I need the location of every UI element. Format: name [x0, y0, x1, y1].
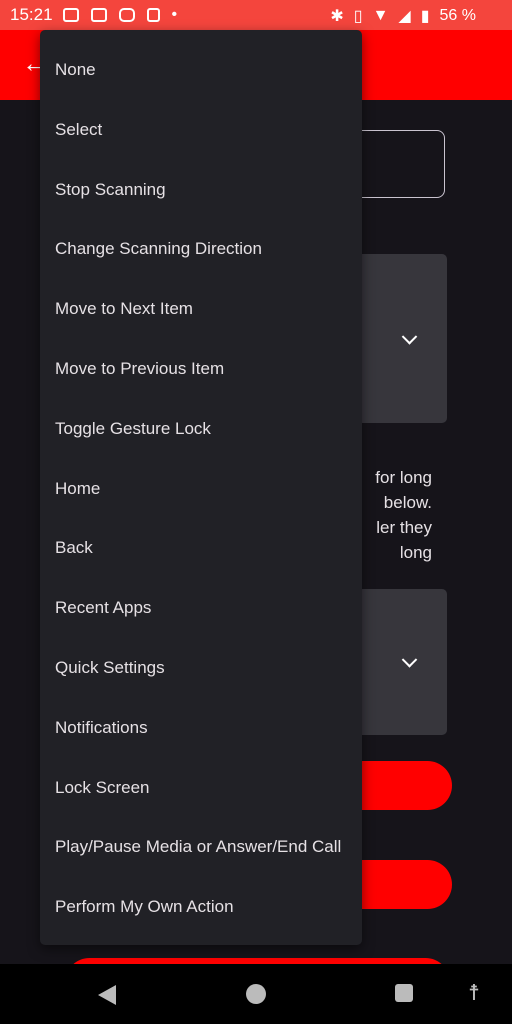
menu-item[interactable]: Toggle Gesture Lock: [40, 399, 362, 459]
navigation-bar: ☨: [0, 964, 512, 1024]
app-notification-icon: [146, 8, 160, 22]
menu-item[interactable]: Home: [40, 459, 362, 519]
menu-item[interactable]: Recent Apps: [40, 578, 362, 638]
status-bar: 15:21 • ✱ ▯ ▼ ◢ ▮ 56 %: [0, 0, 512, 30]
chevron-down-icon: [401, 652, 418, 668]
menu-item[interactable]: Play/Pause Media or Answer/End Call: [40, 817, 362, 877]
nav-home-icon[interactable]: [246, 984, 266, 1004]
signal-icon: ◢: [398, 8, 411, 25]
menu-item[interactable]: Move to Previous Item: [40, 339, 362, 399]
wifi-icon: ▼: [372, 7, 389, 24]
menu-item[interactable]: Perform My Own Action: [40, 877, 362, 937]
instagram-icon: [118, 8, 135, 22]
nav-back-icon[interactable]: [98, 985, 116, 1005]
menu-item[interactable]: Quick Settings: [40, 638, 362, 698]
outlook-icon: [90, 8, 107, 22]
menu-item[interactable]: Change Scanning Direction: [40, 219, 362, 279]
accessibility-icon[interactable]: ☨: [468, 980, 480, 1006]
menu-item[interactable]: Lock Screen: [40, 758, 362, 818]
nav-recents-icon[interactable]: [395, 984, 413, 1002]
clock: 15:21: [10, 5, 53, 24]
bluetooth-icon: ✱: [330, 8, 344, 25]
vibrate-icon: ▯: [353, 8, 363, 25]
menu-item[interactable]: Select: [40, 100, 362, 160]
menu-item[interactable]: Notifications: [40, 698, 362, 758]
menu-item[interactable]: None: [40, 40, 362, 100]
gmail-icon: [62, 8, 79, 22]
menu-item[interactable]: Back: [40, 518, 362, 578]
more-notifications-dot-icon: •: [171, 6, 178, 23]
battery-percent: 56 %: [439, 7, 476, 24]
chevron-down-icon: [401, 328, 418, 345]
menu-item[interactable]: Move to Next Item: [40, 279, 362, 339]
battery-icon: ▮: [420, 8, 430, 25]
dropdown-menu: None Select Stop Scanning Change Scanning D…: [40, 30, 362, 945]
menu-item[interactable]: Stop Scanning: [40, 160, 362, 220]
